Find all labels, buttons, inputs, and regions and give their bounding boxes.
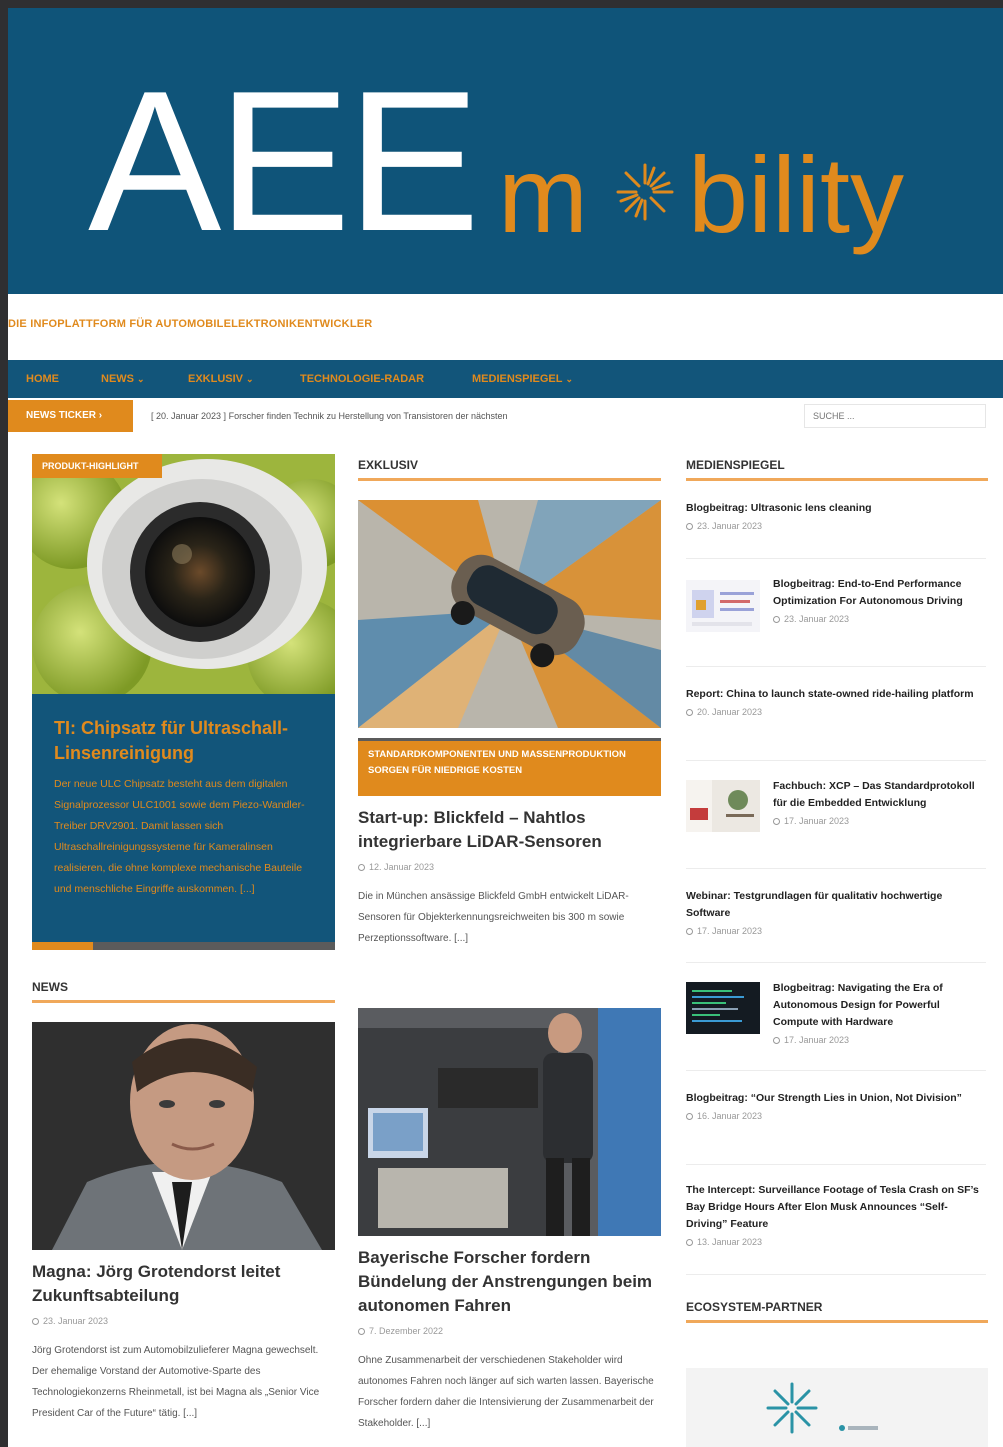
- nav-technologie-radar[interactable]: TECHNOLOGIE-RADAR: [300, 360, 424, 398]
- exklusiv-article-excerpt: Die in München ansässige Blickfeld GmbH …: [358, 891, 629, 944]
- list-item[interactable]: Report: China to launch state-owned ride…: [686, 686, 986, 717]
- section-rule: [686, 1320, 988, 1323]
- section-title-exklusiv[interactable]: EXKLUSIV: [358, 458, 418, 472]
- second-article-title[interactable]: Bayerische Forscher fordern Bündelung de…: [358, 1246, 663, 1318]
- clock-icon: [686, 709, 693, 716]
- featured-excerpt: Der neue ULC Chipsatz besteht aus dem di…: [54, 778, 305, 895]
- news-article-title[interactable]: Magna: Jörg Grotendorst leitet Zukunftsa…: [32, 1260, 322, 1308]
- list-item-thumbnail[interactable]: [686, 780, 760, 832]
- logo-word-aee: AEE: [88, 50, 476, 273]
- clock-icon: [686, 928, 693, 935]
- product-highlight-badge[interactable]: PRODUKT-HIGHLIGHT: [32, 454, 162, 478]
- clock-icon: [773, 818, 780, 825]
- featured-title[interactable]: TI: Chipsatz für Ultraschall-Linsenreini…: [54, 716, 314, 766]
- sunburst-icon: [616, 163, 674, 221]
- news-ticker: NEWS TICKER › [ 20. Januar 2023 ] Forsch…: [8, 400, 1003, 432]
- site-tagline: DIE INFOPLATTFORM FÜR AUTOMOBILELEKTRONI…: [8, 318, 373, 330]
- divider: [686, 1164, 986, 1165]
- clock-icon: [358, 1328, 365, 1335]
- search-input[interactable]: [804, 404, 986, 428]
- portrait-image[interactable]: [32, 1022, 335, 1250]
- nav-home[interactable]: HOME: [26, 360, 59, 398]
- divider: [686, 1274, 986, 1275]
- clock-icon: [686, 1113, 693, 1120]
- partner-logo[interactable]: [686, 1368, 988, 1447]
- nav-exklusiv[interactable]: EXKLUSIV ⌄: [188, 360, 254, 398]
- section-rule: [686, 478, 988, 481]
- news-ticker-item[interactable]: [ 20. Januar 2023 ] Forscher finden Tech…: [151, 400, 508, 432]
- section-rule: [358, 478, 661, 481]
- logo-word-bility: bility: [688, 134, 904, 255]
- exklusiv-article-title[interactable]: Start-up: Blickfeld – Nahtlos integrierb…: [358, 806, 658, 854]
- divider: [686, 868, 986, 869]
- chevron-down-icon: ⌄: [246, 374, 254, 384]
- slider-progress-fill: [32, 942, 93, 950]
- main-nav: HOME NEWS ⌄ EXKLUSIV ⌄ TECHNOLOGIE-RADAR M…: [8, 360, 1003, 398]
- logo-letter-m: m: [498, 134, 588, 255]
- list-item[interactable]: Blogbeitrag: Ultrasonic lens cleaning 23…: [686, 500, 981, 531]
- news-article-excerpt: Jörg Grotendorst ist zum Automobilzulief…: [32, 1345, 320, 1419]
- clock-icon: [358, 864, 365, 871]
- lab-vehicle-image[interactable]: [358, 1008, 661, 1236]
- list-item[interactable]: Fachbuch: XCP – Das Standardprotokoll fü…: [773, 778, 988, 826]
- news-ticker-label: NEWS TICKER ›: [8, 400, 133, 432]
- chevron-down-icon: ⌄: [137, 374, 145, 384]
- lidar-car-image[interactable]: [358, 500, 661, 728]
- partner-logo-icon: [766, 1382, 818, 1434]
- clock-icon: [686, 523, 693, 530]
- list-item-thumbnail[interactable]: [686, 580, 760, 632]
- section-rule: [32, 1000, 335, 1003]
- category-badge[interactable]: STANDARDKOMPONENTEN UND MASSENPRODUKTION…: [358, 738, 661, 796]
- news-article-date: 23. Januar 2023: [32, 1316, 108, 1326]
- header-banner: AEE m bility: [8, 8, 1003, 294]
- nav-medienspiegel[interactable]: MEDIENSPIEGEL ⌄: [472, 360, 573, 398]
- divider: [686, 666, 986, 667]
- list-item[interactable]: Blogbeitrag: End-to-End Performance Opti…: [773, 576, 988, 624]
- clock-icon: [773, 1037, 780, 1044]
- section-title-medienspiegel[interactable]: MEDIENSPIEGEL: [686, 458, 785, 472]
- chevron-right-icon: ›: [98, 410, 103, 421]
- nav-news[interactable]: NEWS ⌄: [101, 360, 145, 398]
- slider-progress[interactable]: [32, 942, 335, 950]
- exklusiv-article-date: 12. Januar 2023: [358, 862, 434, 872]
- section-title-news[interactable]: NEWS: [32, 980, 68, 994]
- featured-image[interactable]: [32, 454, 335, 694]
- divider: [686, 760, 986, 761]
- list-item[interactable]: The Intercept: Surveillance Footage of T…: [686, 1182, 986, 1247]
- site-logo[interactable]: AEE m bility: [8, 8, 1003, 294]
- clock-icon: [32, 1318, 39, 1325]
- list-item[interactable]: Blogbeitrag: Navigating the Era of Auton…: [773, 980, 988, 1045]
- divider: [686, 1070, 986, 1071]
- list-item[interactable]: Blogbeitrag: “Our Strength Lies in Union…: [686, 1090, 986, 1121]
- second-article-excerpt: Ohne Zusammenarbeit der verschiedenen St…: [358, 1355, 654, 1429]
- clock-icon: [773, 616, 780, 623]
- clock-icon: [686, 1239, 693, 1246]
- divider: [686, 962, 986, 963]
- second-article-date: 7. Dezember 2022: [358, 1326, 443, 1336]
- list-item-thumbnail[interactable]: [686, 982, 760, 1034]
- page: AEE m bility DIE INFOPLATTFORM FÜR AUTOM…: [8, 8, 1003, 1447]
- section-title-ecosystem-partner[interactable]: ECOSYSTEM-PARTNER: [686, 1300, 822, 1314]
- list-item[interactable]: Webinar: Testgrundlagen für qualitativ h…: [686, 888, 986, 936]
- divider: [686, 558, 986, 559]
- featured-article: TI: Chipsatz für Ultraschall-Linsenreini…: [32, 694, 335, 944]
- chevron-down-icon: ⌄: [565, 374, 574, 384]
